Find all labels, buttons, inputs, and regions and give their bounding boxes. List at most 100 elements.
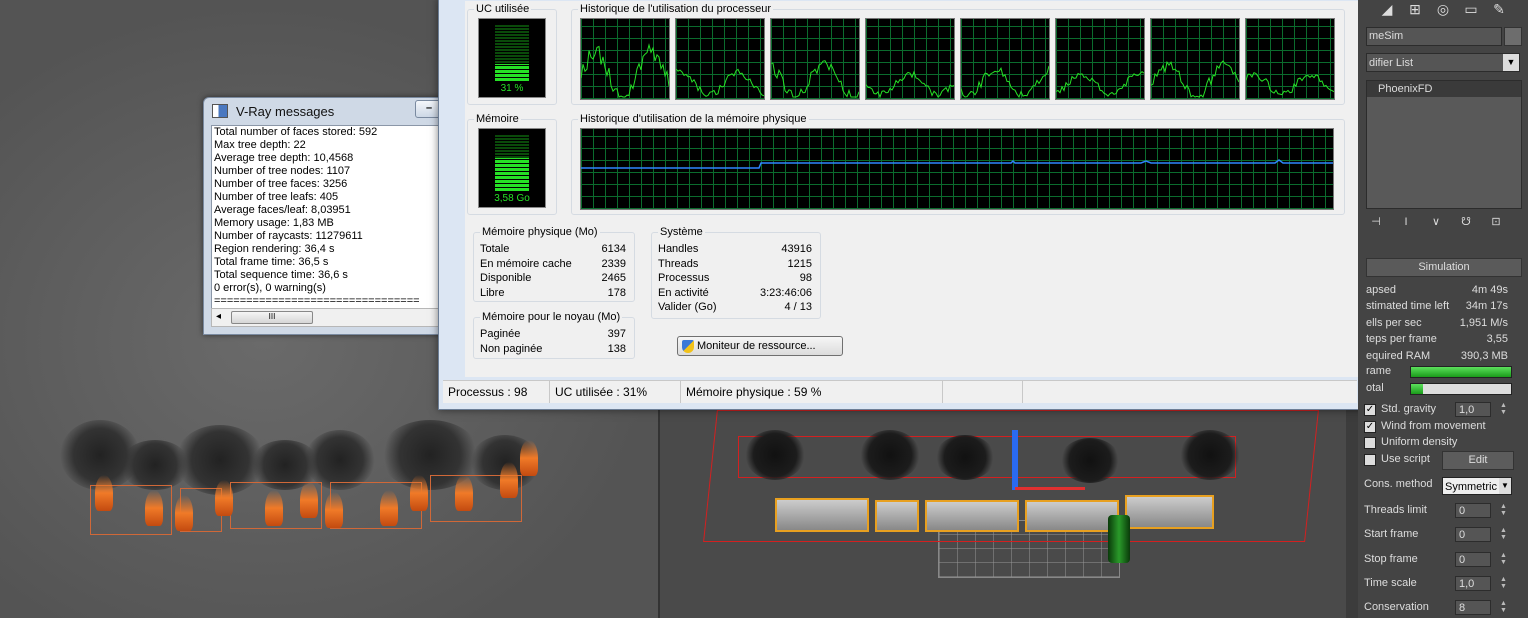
scroll-thumb[interactable]: III: [231, 311, 313, 324]
object-color-swatch[interactable]: [1504, 27, 1522, 46]
system-table: Handles 43916 Threads 1215 Processus 98 En act…: [652, 242, 812, 315]
resource-monitor-label: Moniteur de ressource...: [697, 340, 816, 352]
sim-param-label: Start frame: [1364, 528, 1419, 541]
display-icon[interactable]: ▭: [1460, 0, 1482, 18]
horizontal-scrollbar[interactable]: ◂ III: [211, 308, 456, 327]
checkbox[interactable]: ✓: [1364, 404, 1376, 416]
memory-meter-fill: [495, 158, 529, 191]
chevron-down-icon[interactable]: ▼: [1499, 478, 1511, 494]
viewport-border: [1346, 400, 1358, 618]
transform-gizmo[interactable]: [1012, 430, 1018, 490]
stack-item-phoenixfd[interactable]: PhoenixFD: [1367, 81, 1521, 97]
kernel-memory-group: Mémoire pour le noyau (Mo) Paginée 397 Non…: [473, 311, 635, 359]
uac-shield-icon: [682, 339, 694, 353]
log-line: Total frame time: 36,5 s: [214, 256, 329, 268]
gizmo-axis-x[interactable]: [1015, 487, 1085, 490]
memory-history-line: [581, 159, 1333, 169]
stats-row: Valider (Go) 4 / 13: [652, 300, 812, 315]
sim-stat-key: apsed: [1366, 284, 1396, 296]
sim-stat-key: ells per sec: [1366, 316, 1422, 329]
status-cpu: UC utilisée : 31%: [550, 381, 681, 403]
checkbox[interactable]: [1364, 437, 1376, 450]
sim-progress-fill: [1411, 367, 1511, 377]
sim-param-spinner[interactable]: 0: [1455, 527, 1491, 543]
status-memory: Mémoire physique : 59 %: [681, 381, 943, 403]
stats-key: En mémoire cache: [480, 257, 572, 270]
stats-value: 1215: [787, 257, 812, 270]
spinner-arrows-icon[interactable]: ▲ ▼: [1499, 503, 1508, 518]
stats-key: Handles: [658, 243, 699, 256]
show-end-result-icon[interactable]: I: [1396, 213, 1416, 231]
cpu-usage-label: UC utilisée: [474, 3, 532, 16]
spinner-arrows-icon[interactable]: ▲ ▼: [1499, 527, 1508, 542]
stats-value: 178: [607, 286, 626, 299]
log-line: Average faces/leaf: 8,03951: [214, 204, 351, 216]
sim-param-spinner[interactable]: 0: [1455, 503, 1491, 518]
object-name-field[interactable]: meSim: [1366, 27, 1502, 46]
modifier-stack[interactable]: PhoenixFD: [1366, 80, 1522, 209]
motion-icon[interactable]: ◎: [1432, 0, 1454, 18]
kernel-memory-table: Paginée 397 Non paginée 138: [474, 327, 626, 356]
simulation-rollout-header[interactable]: Simulation: [1366, 258, 1522, 277]
pin-stack-icon[interactable]: ⊣: [1366, 213, 1386, 231]
status-processes: Processus : 98: [443, 381, 550, 403]
stats-value: 4 / 13: [784, 301, 812, 314]
stats-key: En activité: [658, 286, 709, 299]
vray-log[interactable]: Total number of faces stored: 592 Max tre…: [211, 125, 456, 310]
cpu-core-graph: [1245, 18, 1335, 100]
scroll-left-icon[interactable]: ◂: [216, 311, 221, 322]
log-line: ================================: [214, 295, 420, 307]
status-empty-cell: [943, 381, 1023, 403]
command-panel[interactable]: ◢ ⊞ ◎ ▭ ✎ meSim difier List ▼ PhoenixFD …: [1358, 0, 1528, 618]
spinner-arrows-icon[interactable]: ▲ ▼: [1499, 402, 1508, 417]
edit-script-button[interactable]: Edit: [1442, 451, 1514, 470]
spinner-arrows-icon[interactable]: ▲ ▼: [1499, 552, 1508, 567]
gravity-spinner[interactable]: 1,0: [1455, 401, 1491, 417]
memory-label: Mémoire: [474, 113, 521, 126]
modifier-list-dropdown[interactable]: difier List ▼: [1366, 53, 1520, 72]
cpu-core-line: [581, 43, 669, 98]
stats-value: 397: [607, 328, 626, 341]
sim-param-spinner[interactable]: 0: [1455, 551, 1491, 567]
cpu-core-line: [961, 65, 1049, 99]
checkbox[interactable]: [1364, 454, 1376, 467]
sim-stat-value: 390,3 MB: [1460, 349, 1508, 362]
utilities-icon[interactable]: ✎: [1488, 0, 1510, 18]
task-manager-window[interactable]: UC utilisée 31 % Historique de l'utilisa…: [438, 0, 1366, 410]
log-line: Number of tree nodes: 1107: [214, 165, 351, 177]
sim-stat-value: 34m 17s: [1465, 300, 1508, 313]
stats-value: 43916: [781, 243, 812, 256]
vray-messages-window[interactable]: V-Ray messages – Total number of faces s…: [203, 97, 456, 335]
barrel-object[interactable]: [1108, 515, 1130, 563]
cpu-core-line: [866, 70, 954, 99]
sim-stat-value: 3,55: [1486, 333, 1508, 346]
cpu-history-label: Historique de l'utilisation du processeu…: [578, 3, 774, 16]
spinner-arrows-icon[interactable]: ▲ ▼: [1499, 576, 1508, 591]
cpu-core-graph: [1055, 18, 1145, 100]
create-icon[interactable]: ◢: [1376, 0, 1398, 18]
vray-window-title: V-Ray messages: [236, 103, 335, 119]
make-unique-icon[interactable]: ∨: [1426, 213, 1446, 231]
checkbox[interactable]: ✓: [1364, 420, 1376, 433]
configure-modifier-sets-icon[interactable]: ⊡: [1486, 213, 1506, 231]
log-line: Number of tree faces: 3256: [214, 178, 348, 190]
cons-method-value: Symmetric: [1445, 481, 1497, 493]
sim-param-label: Time scale: [1364, 576, 1417, 589]
hierarchy-icon[interactable]: ⊞: [1404, 0, 1426, 18]
memory-meter-value: 3,58 Go: [494, 193, 530, 204]
sim-param-spinner[interactable]: 1,0: [1455, 575, 1491, 591]
chevron-down-icon[interactable]: ▼: [1503, 54, 1519, 71]
sim-stat-value: 4m 49s: [1471, 284, 1508, 296]
cpu-core-line: [1056, 71, 1144, 97]
sim-progress-bar: [1410, 382, 1512, 395]
sim-option-row: ✓ Wind from movement: [1358, 418, 1512, 434]
sim-stat-row: apsed 4m 49s: [1366, 282, 1520, 298]
spinner-arrows-icon[interactable]: ▲ ▼: [1499, 600, 1508, 615]
stats-value: 138: [607, 342, 626, 355]
remove-modifier-icon[interactable]: ☋: [1456, 213, 1476, 231]
resource-monitor-button[interactable]: Moniteur de ressource...: [677, 336, 843, 356]
cons-method-dropdown[interactable]: Symmetric ▼: [1442, 477, 1512, 495]
sim-param-spinner[interactable]: 8: [1455, 600, 1491, 616]
log-line: Memory usage: 1,83 MB: [214, 217, 334, 229]
sim-stat-row: stimated time left 34m 17s: [1366, 298, 1520, 314]
